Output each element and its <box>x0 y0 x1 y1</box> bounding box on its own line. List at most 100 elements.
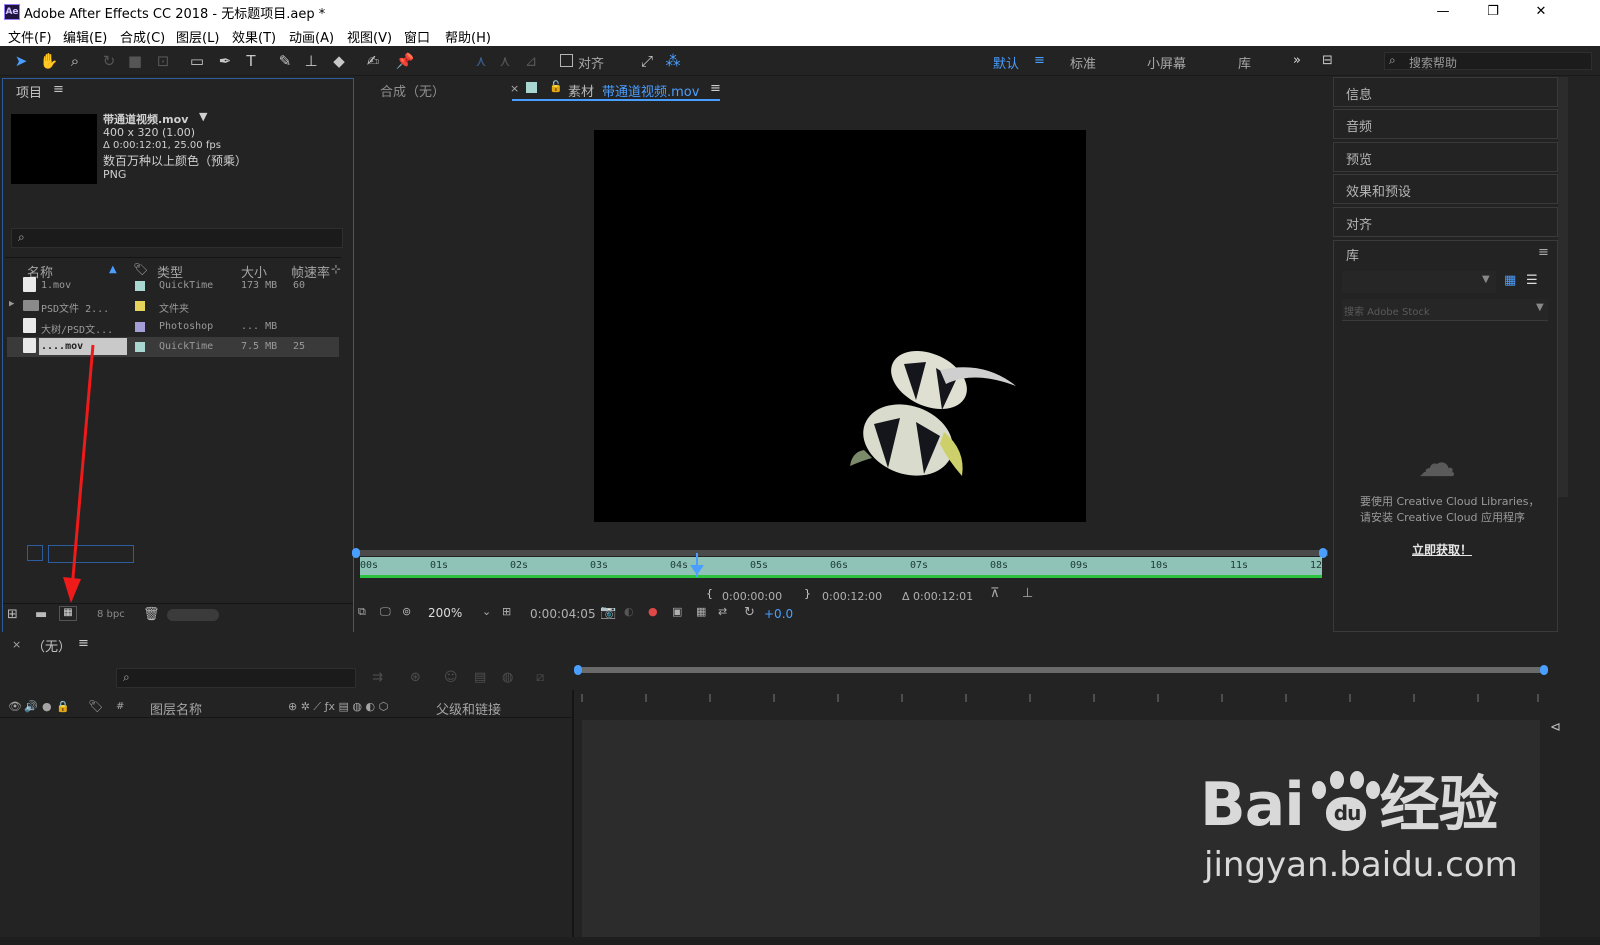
shy-layers-icon[interactable]: ☺ <box>444 670 458 685</box>
tab-composition[interactable]: 合成（无） <box>380 81 445 100</box>
timeline-tab[interactable]: （无） <box>32 636 71 655</box>
grid-view-icon[interactable]: ▦ <box>1504 273 1516 288</box>
comp-marker-bin-icon[interactable]: ⊲ <box>1550 720 1561 735</box>
pen-tool-icon[interactable]: ✒ <box>214 50 236 72</box>
restore-icon[interactable]: ❐ <box>1470 0 1516 24</box>
list-item[interactable]: ▶ PSD文件 2... 文件夹 <box>7 296 339 316</box>
always-preview-icon[interactable]: ⧉ <box>358 605 366 619</box>
adobe-stock-search-input[interactable]: 搜索 Adobe Stock ▼ <box>1342 299 1548 321</box>
motion-blur-icon[interactable]: ◍ <box>502 670 513 685</box>
view-axis-icon[interactable]: ⊿ <box>520 50 542 72</box>
menu-window[interactable]: 窗口 <box>404 27 430 46</box>
rectangle-tool-icon[interactable]: ▭ <box>186 50 208 72</box>
close-tab-icon[interactable]: × <box>12 638 21 651</box>
tab-footage[interactable]: 带通道视频.mov <box>602 81 699 100</box>
audio-panel-header[interactable]: 音频 <box>1333 109 1558 139</box>
channels-icon[interactable]: ● <box>648 605 658 618</box>
magnification-dropdown[interactable]: 200% <box>428 606 462 620</box>
sort-ascending-icon[interactable]: ▲ <box>109 264 117 275</box>
time-navigator-bar[interactable] <box>580 667 1542 673</box>
align-panel-header[interactable]: 对齐 <box>1333 207 1558 237</box>
region-of-interest-icon[interactable]: ▣ <box>672 605 682 618</box>
roto-brush-tool-icon[interactable]: ✍ <box>362 50 384 72</box>
snap-edge-icon[interactable]: ⤢ <box>636 50 658 72</box>
snapshot-camera-icon[interactable]: 📷 <box>600 605 616 620</box>
workspace-editor-icon[interactable]: ⊟ <box>1322 53 1333 68</box>
get-it-now-link[interactable]: 立即获取！ <box>1412 541 1472 558</box>
list-item[interactable]: ....mov QuickTime 7.5 MB 25 <box>7 337 339 357</box>
label-color-swatch[interactable] <box>135 301 145 311</box>
rotate-tool-icon[interactable]: ↻ <box>98 50 120 72</box>
panel-menu-icon[interactable]: ≡ <box>53 82 64 97</box>
project-search-input[interactable]: ⌕ <box>11 228 343 248</box>
frame-blending-icon[interactable]: ▤ <box>474 670 486 685</box>
3d-glasses-icon[interactable]: ⊚ <box>402 605 411 618</box>
panel-menu-icon[interactable]: ≡ <box>78 636 89 651</box>
transparency-grid-icon[interactable]: ▦ <box>696 605 706 618</box>
ripple-insert-edit-icon[interactable]: ⊼ <box>990 586 1000 601</box>
bit-depth-label[interactable]: 8 bpc <box>97 609 125 620</box>
view-options-icon[interactable]: ⇄ <box>718 605 727 618</box>
world-axis-icon[interactable]: ⋏ <box>494 50 516 72</box>
navigator-end-handle[interactable] <box>1540 665 1548 675</box>
layer-name-header[interactable]: 图层名称 <box>150 699 202 718</box>
delete-icon[interactable]: 🗑 <box>143 607 160 622</box>
menu-help[interactable]: 帮助(H) <box>445 27 491 46</box>
close-tab-icon[interactable]: × <box>510 82 519 95</box>
zoom-tool-icon[interactable]: ⌕ <box>64 50 86 72</box>
toggle-grid-icon[interactable]: ⊞ <box>502 605 511 618</box>
search-help-field[interactable]: ⌕ 搜索帮助 <box>1384 52 1592 70</box>
chevron-down-icon[interactable]: ⌄ <box>482 605 491 618</box>
menu-view[interactable]: 视图(V) <box>347 27 392 46</box>
menu-composition[interactable]: 合成(C) <box>120 27 165 46</box>
workspace-standard[interactable]: 标准 <box>1070 53 1096 72</box>
current-time-display[interactable]: 0:00:04:05 <box>530 607 596 621</box>
selection-tool-icon[interactable]: ➤ <box>10 50 32 72</box>
workspace-menu-icon[interactable]: ≡ <box>1034 53 1045 68</box>
label-tag-icon[interactable]: 🏷 <box>133 262 148 276</box>
monitor-icon[interactable]: 🖵 <box>380 605 391 619</box>
menu-layer[interactable]: 图层(L) <box>176 27 219 46</box>
draft-3d-icon[interactable]: ⊛ <box>410 670 421 685</box>
minimize-icon[interactable]: — <box>1420 0 1466 24</box>
graph-editor-icon[interactable]: ⧄ <box>536 670 544 685</box>
new-composition-icon[interactable]: ▦ <box>59 606 77 621</box>
set-out-point-icon[interactable]: } <box>804 587 811 600</box>
list-view-icon[interactable]: ☰ <box>1526 273 1538 288</box>
interpret-footage-icon[interactable]: ⊞ <box>7 607 18 622</box>
snap-feature-icon[interactable]: ⁂ <box>662 50 684 72</box>
list-item[interactable]: 1.mov QuickTime 173 MB 60 <box>7 276 339 296</box>
effects-presets-panel-header[interactable]: 效果和预设 <box>1333 174 1558 204</box>
workspace-small-screen[interactable]: 小屏幕 <box>1147 53 1186 72</box>
work-area-bar[interactable] <box>354 550 1328 556</box>
camera-tool-icon[interactable]: ■ <box>124 50 146 72</box>
overlay-edit-icon[interactable]: ⊥ <box>1022 586 1033 601</box>
label-tag-icon[interactable]: 🏷 <box>88 699 103 713</box>
thumbnail-slider[interactable] <box>167 609 219 621</box>
exposure-value[interactable]: +0.0 <box>764 607 793 621</box>
panel-menu-icon[interactable]: ≡ <box>710 81 721 96</box>
close-icon[interactable]: ✕ <box>1518 0 1564 24</box>
workspace-libraries[interactable]: 库 <box>1238 53 1251 72</box>
menu-animation[interactable]: 动画(A) <box>289 27 334 46</box>
composition-mini-flowchart-icon[interactable]: ⇉ <box>372 670 383 685</box>
layer-search-input[interactable]: ⌕ <box>116 668 356 688</box>
solo-icon[interactable]: ● <box>42 700 52 713</box>
pan-behind-tool-icon[interactable]: ⊡ <box>152 50 174 72</box>
local-axis-icon[interactable]: ⋏ <box>470 50 492 72</box>
hand-tool-icon[interactable]: ✋ <box>38 50 60 72</box>
panel-menu-icon[interactable]: ≡ <box>1538 245 1549 260</box>
parent-link-header[interactable]: 父级和链接 <box>436 699 501 718</box>
audio-icon[interactable]: 🔊 <box>24 700 38 713</box>
library-select-dropdown[interactable]: ▼ <box>1342 271 1496 293</box>
info-panel-header[interactable]: 信息 <box>1333 77 1558 107</box>
right-panel-scrollbar[interactable] <box>1558 77 1568 497</box>
lock-icon[interactable]: 🔓 <box>549 80 563 93</box>
label-color-swatch[interactable] <box>135 342 145 352</box>
work-area-start-handle[interactable] <box>352 548 360 558</box>
more-workspaces-icon[interactable]: » <box>1293 53 1301 68</box>
brush-tool-icon[interactable]: ✎ <box>274 50 296 72</box>
timeline-ruler[interactable] <box>580 690 1540 706</box>
video-visibility-icon[interactable]: 👁 <box>8 700 22 713</box>
new-folder-icon[interactable]: ▬ <box>35 607 47 622</box>
